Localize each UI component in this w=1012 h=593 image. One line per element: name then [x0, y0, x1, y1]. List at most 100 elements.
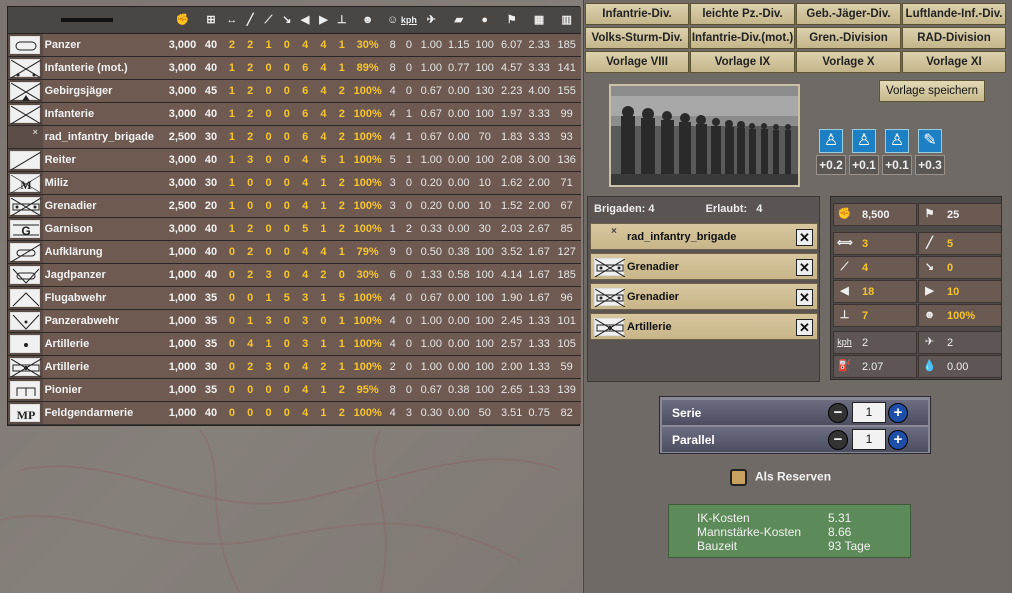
- header-transport-icon[interactable]: ⚑: [497, 7, 526, 34]
- cell-hardness: 1: [222, 147, 242, 171]
- header-speed-icon[interactable]: kph: [400, 7, 418, 34]
- cell-soft-attack: 2: [241, 32, 260, 56]
- minister-bonus[interactable]: ♙ +0.1: [882, 129, 912, 175]
- table-row[interactable]: MP Feldgendarmerie 1,000 40 0 0 0 0 4 1 2 100% 4 3 0.3…: [8, 400, 581, 424]
- cell-hard-attack: 0: [259, 170, 278, 194]
- cell-hard-attack: 0: [259, 147, 278, 171]
- brigade-slot[interactable]: Grenadier ✕: [590, 253, 818, 280]
- table-row[interactable]: G Garnison 3,000 40 1 2 0 0 5 1 2 100% 1 2 0.33 0.00 30 2…: [8, 216, 581, 240]
- table-row[interactable]: Panzer 3,000 40 2 2 1 0 4 4 1 30% 8 0 1.00 1.15 100 6.07…: [8, 32, 581, 56]
- minister-bonus[interactable]: ♙ +0.2: [816, 129, 846, 175]
- header-hardness-icon[interactable]: ↔: [222, 7, 242, 34]
- table-row[interactable]: Grenadier 2,500 20 1 0 0 0 4 1 2 100% 3 0 0.20 0.00 10 1…: [8, 193, 581, 217]
- cell-defense: 4: [295, 32, 315, 56]
- cell-fuel: 0.00: [445, 285, 472, 309]
- reserve-checkbox[interactable]: [730, 469, 747, 486]
- remove-brigade-button[interactable]: ✕: [796, 259, 813, 276]
- cell-toughness: 1: [314, 216, 333, 240]
- minister-bonus[interactable]: ✎ +0.3: [915, 129, 945, 175]
- cell-supply: 100%: [350, 308, 385, 332]
- table-row[interactable]: Artillerie 1,000 30 0 2 3 0 4 2 1 100% 2 0 1.00 0.00 10…: [8, 354, 581, 378]
- cell-transport: 3.51: [497, 400, 526, 424]
- table-row[interactable]: Infanterie (mot.) 3,000 40 1 2 0 0 6 4 1 89% 8 0 1.00…: [8, 55, 581, 79]
- minister-bonus[interactable]: ♙ +0.1: [849, 129, 879, 175]
- header-men-icon[interactable]: ✊: [165, 7, 200, 34]
- cell-supply: 30%: [350, 32, 385, 56]
- table-row[interactable]: Jagdpanzer 1,000 40 0 2 3 0 4 2 0 30% 6 0 1.33 0.58 100…: [8, 262, 581, 286]
- header-soft-attack-icon[interactable]: ╱: [241, 7, 260, 34]
- ic-cost-label: IK-Kosten: [697, 511, 750, 525]
- td-unit-icon: [10, 265, 41, 284]
- cell-air-defense: 1: [332, 354, 351, 378]
- brigade-slot[interactable]: Artillerie ✕: [590, 313, 818, 340]
- template-button[interactable]: Geb.-Jäger-Div.: [796, 3, 901, 25]
- remove-brigade-button[interactable]: ✕: [796, 289, 813, 306]
- table-row[interactable]: Gebirgsjäger 3,000 45 1 2 0 0 6 4 2 100% 4 0 0.67 0.00…: [8, 78, 581, 102]
- remove-brigade-button[interactable]: ✕: [796, 229, 813, 246]
- header-air-attack-icon[interactable]: ↘: [277, 7, 296, 34]
- table-row[interactable]: M Miliz 3,000 30 1 0 0 0 4 1 2 100% 3 0 0.20 0.00 10 1.62…: [8, 170, 581, 194]
- table-row[interactable]: Aufklärung 1,000 40 0 2 0 0 4 4 1 79% 9 0 0.50 0.38 100…: [8, 239, 581, 263]
- brigade-slot[interactable]: Grenadier ✕: [590, 283, 818, 310]
- template-button[interactable]: Vorlage X: [796, 51, 901, 73]
- header-air-defense-icon[interactable]: ⊥: [332, 7, 351, 34]
- header-flag-icon[interactable]: ▦: [525, 7, 553, 34]
- serie-minus-button[interactable]: −: [828, 403, 848, 423]
- template-button[interactable]: leichte Pz.-Div.: [690, 3, 795, 25]
- minister-portrait-icon: ✎: [918, 129, 942, 153]
- template-button[interactable]: Gren.-Division: [796, 27, 901, 49]
- cell-transport: 6.07: [497, 32, 526, 56]
- header-factory-icon[interactable]: ▥: [552, 7, 581, 34]
- cell-supply: 100%: [350, 400, 385, 424]
- table-row[interactable]: Reiter 3,000 40 1 3 0 0 4 5 1 100% 5 1 1.00 0.00 100 2.0…: [8, 147, 581, 171]
- brigade-name: Artillerie: [627, 321, 672, 333]
- serie-plus-button[interactable]: +: [888, 403, 908, 423]
- cell-fuel: 0.00: [445, 331, 472, 355]
- cell-transport: 4.57: [497, 55, 526, 79]
- template-button[interactable]: Volks-Sturm-Div.: [585, 27, 689, 49]
- cell-air-attack: 0: [277, 101, 296, 125]
- header-defense-icon[interactable]: ◀: [295, 7, 315, 34]
- reserve-option[interactable]: Als Reserven: [730, 469, 831, 486]
- cell-soft-attack: 0: [241, 285, 260, 309]
- header-supply-icon[interactable]: ☻: [350, 7, 385, 34]
- table-row[interactable]: × rad_infantry_brigade 2,500 30 1 2 0 0 6 4 2 100% 4…: [8, 124, 581, 148]
- table-row[interactable]: Panzerabwehr 1,000 35 0 1 3 0 3 0 1 100% 4 0 1.00 0.00…: [8, 308, 581, 332]
- template-button[interactable]: Infantrie-Div.(mot.): [690, 27, 795, 49]
- cell-transport: 2.65: [497, 377, 526, 401]
- air-attack-icon: ↘: [924, 261, 935, 273]
- serie-value[interactable]: 1: [852, 402, 886, 423]
- template-button[interactable]: Vorlage XI: [902, 51, 1006, 73]
- header-hard-attack-icon[interactable]: ⟋: [259, 7, 278, 34]
- header-consumption-icon[interactable]: ●: [471, 7, 498, 34]
- save-template-button[interactable]: Vorlage speichern: [879, 80, 985, 102]
- table-row[interactable]: Flugabwehr 1,000 35 0 0 1 5 3 1 5 100% 4 0 0.67 0.00 10…: [8, 285, 581, 309]
- org-icon: ⊞: [206, 13, 216, 26]
- brigade-slot[interactable]: × rad_infantry_brigade ✕: [590, 223, 818, 250]
- cell-hardness: 0: [222, 354, 242, 378]
- cell-air-defense: 2: [332, 78, 351, 102]
- template-button[interactable]: Vorlage VIII: [585, 51, 689, 73]
- table-row[interactable]: Artillerie 1,000 35 0 4 1 0 3 1 1 100% 4 0 1.00 0.00 10…: [8, 331, 581, 355]
- template-button[interactable]: Vorlage IX: [690, 51, 795, 73]
- parallel-value[interactable]: 1: [852, 429, 886, 450]
- template-button[interactable]: Infantrie-Div.: [585, 3, 689, 25]
- template-button[interactable]: RAD-Division: [902, 27, 1006, 49]
- remove-brigade-button[interactable]: ✕: [796, 319, 813, 336]
- cell-air: 0.67: [417, 78, 446, 102]
- parallel-minus-button[interactable]: −: [828, 430, 848, 450]
- template-button[interactable]: Luftlande-Inf.-Div.: [902, 3, 1006, 25]
- table-row[interactable]: Pionier 1,000 35 0 0 0 0 4 1 2 95% 8 0 0.67 0.38 100 2.6…: [8, 377, 581, 401]
- header-org-icon[interactable]: ⊞: [199, 7, 223, 34]
- cavalry-unit-icon: [10, 150, 42, 170]
- header-toughness-icon[interactable]: ▶: [314, 7, 333, 34]
- cell-hardness: 0: [222, 308, 242, 332]
- header-fuel-icon[interactable]: ▰: [445, 7, 472, 34]
- cell-hard-attack: 0: [259, 377, 278, 401]
- table-row[interactable]: Infanterie 3,000 40 1 2 0 0 6 4 2 100% 4 1 0.67 0.00 10…: [8, 101, 581, 125]
- header-air-icon[interactable]: ✈: [417, 7, 446, 34]
- header-morale-icon[interactable]: ☺: [384, 7, 401, 34]
- cell-speed: 1: [400, 101, 418, 125]
- parallel-plus-button[interactable]: +: [888, 430, 908, 450]
- cell-fuel: 0.38: [445, 239, 472, 263]
